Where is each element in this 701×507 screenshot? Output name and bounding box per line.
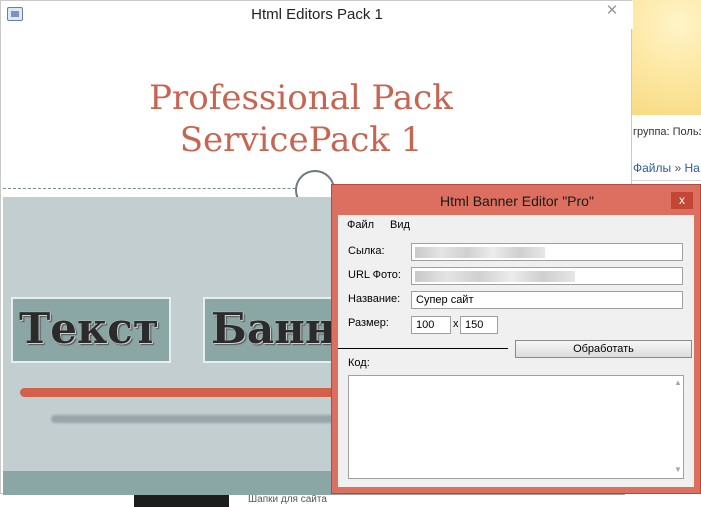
link-input[interactable]	[411, 243, 683, 261]
menu-view[interactable]: Вид	[390, 219, 410, 231]
code-output-textarea[interactable]	[348, 375, 684, 479]
background-dark-thumbnail	[134, 494, 229, 507]
redacted-photo-value	[415, 271, 575, 282]
editor-body: Файл Вид Сылка: URL Фото: Название: Разм…	[338, 215, 694, 487]
editor-close-button[interactable]: x	[671, 192, 693, 209]
main-titlebar[interactable]: Html Editors Pack 1 ✕	[1, 1, 633, 29]
banner-banner-box: Банн	[203, 297, 343, 363]
hero-line-1: Professional Pack	[149, 78, 453, 118]
background-breadcrumb: Файлы » На	[633, 161, 700, 175]
background-files-link[interactable]: Файлы	[633, 161, 671, 175]
menu-file[interactable]: Файл	[347, 219, 374, 231]
photo-url-input[interactable]	[411, 267, 683, 285]
background-divider	[629, 180, 701, 181]
main-close-icon[interactable]: ✕	[594, 1, 630, 21]
hero-line-2: ServicePack 1	[179, 120, 423, 160]
background-next-link[interactable]: На	[685, 161, 700, 175]
scroll-down-icon[interactable]: ▼	[673, 465, 683, 474]
background-bottom-link[interactable]: Шапки для сайта	[248, 494, 327, 505]
name-label: Название:	[348, 293, 401, 305]
size-label: Размер:	[348, 317, 389, 329]
link-label: Сылка:	[348, 245, 385, 257]
background-group-text: группа: Польз	[633, 126, 701, 138]
main-window-title: Html Editors Pack 1	[251, 6, 383, 23]
form-divider	[338, 348, 508, 349]
editor-titlebar[interactable]: Html Banner Editor "Pro" x	[332, 185, 700, 215]
redacted-link-value	[415, 247, 545, 258]
orange-accent-bar	[20, 388, 350, 397]
banner-editor-dialog: Html Banner Editor "Pro" x Файл Вид Сылк…	[331, 184, 701, 494]
hero-title: Professional Pack ServicePack 1	[3, 77, 599, 161]
breadcrumb-separator: »	[674, 161, 682, 175]
editor-title: Html Banner Editor "Pro"	[440, 193, 594, 209]
width-input[interactable]	[411, 316, 451, 334]
background-banner-image	[625, 0, 701, 115]
code-label: Код:	[348, 357, 370, 369]
editor-menubar: Файл Вид	[338, 215, 694, 235]
photo-url-label: URL Фото:	[348, 269, 401, 281]
process-button[interactable]: Обработать	[515, 340, 692, 358]
grey-shadow-bar	[51, 415, 351, 423]
scroll-up-icon[interactable]: ▲	[673, 378, 683, 387]
name-input[interactable]	[411, 291, 683, 309]
size-separator: x	[453, 318, 459, 330]
height-input[interactable]	[460, 316, 498, 334]
banner-text-box: Текст	[11, 297, 171, 363]
